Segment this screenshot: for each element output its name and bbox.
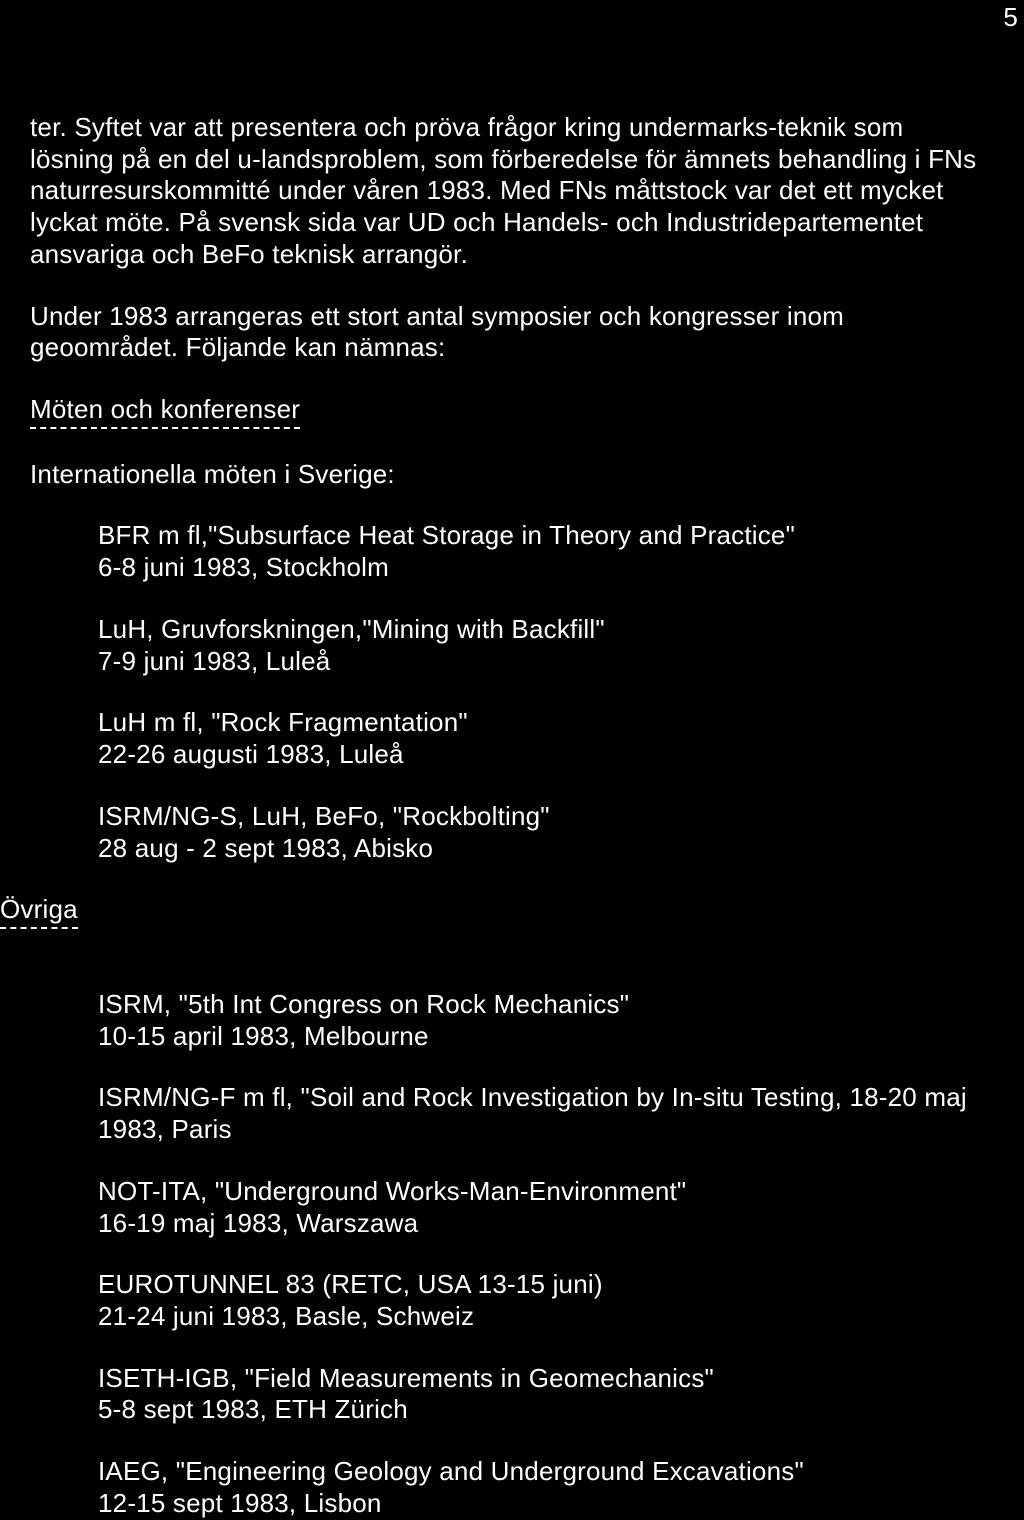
list-item: ISETH-IGB, "Field Measurements in Geomec… bbox=[98, 1363, 994, 1426]
list-item: ISRM/NG-S, LuH, BeFo, "Rockbolting" 28 a… bbox=[98, 801, 994, 864]
meetings-heading-wrapper: Möten och konferenser bbox=[30, 394, 994, 459]
list-item: BFR m fl,"Subsurface Heat Storage in The… bbox=[98, 520, 994, 583]
list-item: NOT-ITA, "Underground Works-Man-Environm… bbox=[98, 1176, 994, 1239]
paragraph-2: Under 1983 arrangeras ett stort antal sy… bbox=[30, 301, 994, 364]
ovriga-heading-wrapper: Övriga bbox=[0, 894, 994, 959]
meetings-heading: Möten och konferenser bbox=[30, 394, 300, 429]
list-item: ISRM/NG-F m fl, "Soil and Rock Investiga… bbox=[98, 1082, 994, 1145]
international-meetings-subhead: Internationella möten i Sverige: bbox=[30, 459, 994, 491]
document-page: 5 ter. Syftet var att presentera och prö… bbox=[0, 0, 1024, 1399]
ovriga-heading: Övriga bbox=[0, 894, 78, 929]
list-item: LuH, Gruvforskningen,"Mining with Backfi… bbox=[98, 614, 994, 677]
ovriga-list: ISRM, "5th Int Congress on Rock Mechanic… bbox=[30, 989, 994, 1520]
page-number: 5 bbox=[1003, 2, 1018, 34]
list-item: EUROTUNNEL 83 (RETC, USA 13-15 juni) 21-… bbox=[98, 1269, 994, 1332]
list-item: LuH m fl, "Rock Fragmentation" 22-26 aug… bbox=[98, 707, 994, 770]
list-item: ISRM, "5th Int Congress on Rock Mechanic… bbox=[98, 989, 994, 1052]
international-meetings-list: BFR m fl,"Subsurface Heat Storage in The… bbox=[30, 520, 994, 864]
paragraph-1: ter. Syftet var att presentera och pröva… bbox=[30, 112, 994, 271]
list-item: IAEG, "Engineering Geology and Undergrou… bbox=[98, 1456, 994, 1519]
